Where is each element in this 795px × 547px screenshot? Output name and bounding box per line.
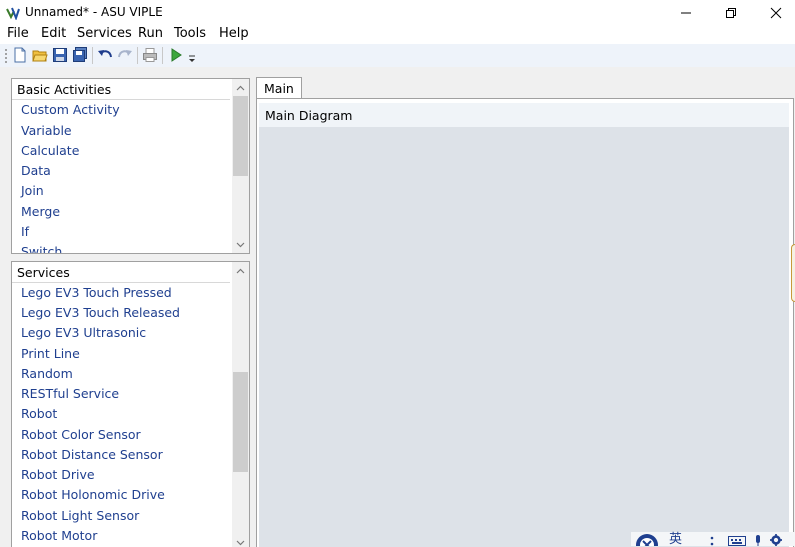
save-all-icon[interactable] xyxy=(72,47,88,63)
microphone-icon[interactable] xyxy=(753,534,763,546)
title-bar: Unnamed* - ASU VIPLE xyxy=(0,0,795,26)
toolbar-separator xyxy=(162,47,163,64)
close-icon xyxy=(770,7,782,19)
chevron-down-icon xyxy=(236,540,245,545)
basic-activities-header: Basic Activities xyxy=(12,79,230,100)
minimize-button[interactable] xyxy=(663,0,709,26)
basic-activities-scrollbar[interactable] xyxy=(232,79,249,253)
services-title: Services xyxy=(17,265,70,280)
toolbar-separator xyxy=(137,47,138,64)
list-item[interactable]: Switch xyxy=(21,244,62,253)
list-item[interactable]: Robot Holonomic Drive xyxy=(21,487,165,502)
list-item[interactable]: Robot Drive xyxy=(21,467,95,482)
app-logo-icon xyxy=(6,7,20,20)
diagram-canvas[interactable] xyxy=(259,127,789,547)
diagram-title: Main Diagram xyxy=(265,108,353,123)
services-header: Services xyxy=(12,262,230,283)
chevron-up-icon xyxy=(236,268,245,273)
list-item[interactable]: Robot Color Sensor xyxy=(21,427,141,442)
gear-icon[interactable] xyxy=(769,534,783,546)
list-item[interactable]: Variable xyxy=(21,123,72,138)
list-item[interactable]: Robot Light Sensor xyxy=(21,508,139,523)
undo-icon[interactable] xyxy=(97,47,113,63)
system-tray: 英 xyxy=(631,532,795,546)
menu-run[interactable]: Run xyxy=(138,26,163,42)
list-item[interactable]: Lego EV3 Touch Pressed xyxy=(21,285,172,300)
ime-language-label[interactable]: 英 xyxy=(669,533,682,546)
restore-icon xyxy=(726,8,736,18)
basic-activities-title: Basic Activities xyxy=(17,82,112,97)
menu-file[interactable]: File xyxy=(7,26,29,42)
list-item[interactable]: Data xyxy=(21,163,51,178)
list-item[interactable]: Merge xyxy=(21,204,60,219)
list-item[interactable]: If xyxy=(21,224,29,239)
menu-services[interactable]: Services xyxy=(77,26,132,42)
toolbar-grip-icon xyxy=(5,49,7,63)
list-item[interactable]: Join xyxy=(21,183,44,198)
toolbar-separator xyxy=(92,47,93,64)
diagram-area: Main Diagram xyxy=(256,98,794,547)
window-title: Unnamed* - ASU VIPLE xyxy=(25,5,163,19)
open-folder-icon[interactable] xyxy=(32,47,48,63)
list-item[interactable]: RESTful Service xyxy=(21,386,119,401)
maximize-button[interactable] xyxy=(708,0,754,26)
menu-bar: File Edit Services Run Tools Help xyxy=(0,26,795,44)
minimize-icon xyxy=(681,12,691,14)
list-item[interactable]: Calculate xyxy=(21,143,79,158)
scroll-thumb[interactable] xyxy=(233,96,248,176)
list-item[interactable]: Print Line xyxy=(21,346,80,361)
scroll-up-button[interactable] xyxy=(232,262,249,279)
menu-tools[interactable]: Tools xyxy=(174,26,206,42)
diagram-title-bar: Main Diagram xyxy=(259,103,789,127)
side-splitter-handle[interactable] xyxy=(791,244,795,302)
chevron-down-icon xyxy=(236,242,245,247)
chevron-up-icon xyxy=(236,85,245,90)
menu-help[interactable]: Help xyxy=(219,26,249,42)
scroll-up-button[interactable] xyxy=(232,79,249,96)
save-icon[interactable] xyxy=(52,47,68,63)
list-item[interactable]: Random xyxy=(21,366,73,381)
redo-icon[interactable] xyxy=(117,47,133,63)
scroll-down-button[interactable] xyxy=(232,534,249,547)
tab-main[interactable]: Main xyxy=(256,77,302,100)
tab-main-label: Main xyxy=(264,81,294,96)
list-item[interactable]: Lego EV3 Touch Released xyxy=(21,305,180,320)
services-panel: Services Lego EV3 Touch Pressed Lego EV3… xyxy=(11,261,250,547)
close-button[interactable] xyxy=(753,0,795,26)
toolbar-overflow-icon[interactable] xyxy=(188,54,196,64)
half-moon-icon[interactable] xyxy=(691,534,703,546)
list-item[interactable]: Custom Activity xyxy=(21,102,120,117)
run-icon[interactable] xyxy=(168,47,184,63)
list-item[interactable]: Robot xyxy=(21,406,57,421)
ime-logo-icon xyxy=(636,534,658,546)
new-file-icon[interactable] xyxy=(12,47,28,63)
services-scrollbar[interactable] xyxy=(232,262,249,547)
basic-activities-panel: Basic Activities Custom Activity Variabl… xyxy=(11,78,250,254)
list-item[interactable]: Robot Motor xyxy=(21,528,97,543)
scroll-down-button[interactable] xyxy=(232,236,249,253)
list-item[interactable]: Lego EV3 Ultrasonic xyxy=(21,325,146,340)
scroll-thumb[interactable] xyxy=(233,372,248,472)
toolbar xyxy=(0,44,795,67)
list-item[interactable]: Robot Distance Sensor xyxy=(21,447,163,462)
menu-edit[interactable]: Edit xyxy=(41,26,66,42)
print-icon[interactable] xyxy=(142,47,158,63)
keyboard-icon[interactable] xyxy=(728,534,746,546)
punctuation-icon[interactable] xyxy=(709,534,715,546)
